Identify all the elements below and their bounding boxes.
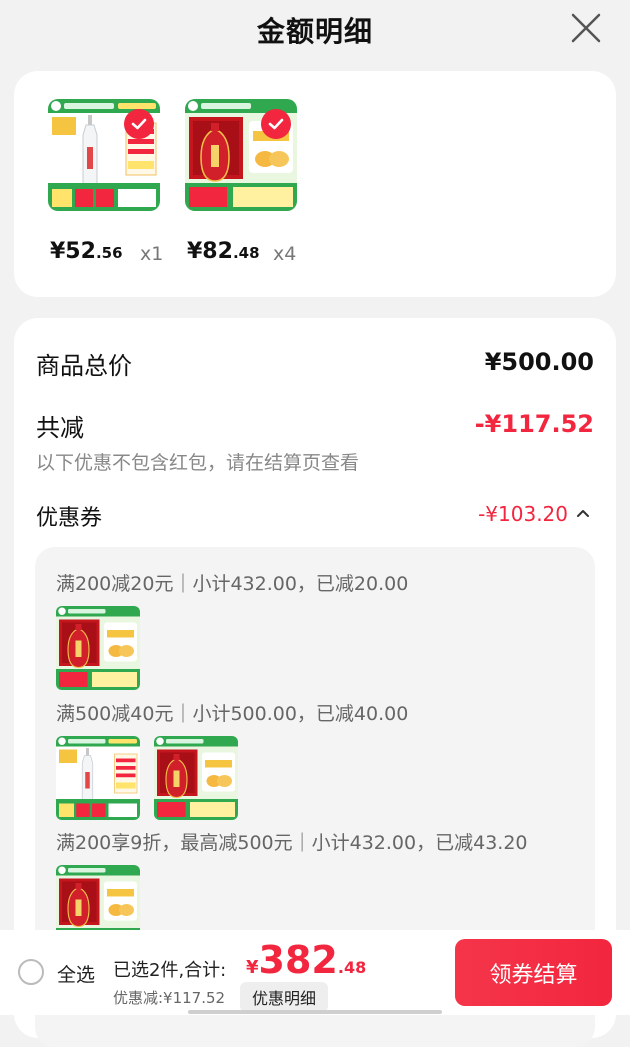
product-image: [56, 736, 140, 820]
goods-total-label: 商品总价: [36, 352, 132, 380]
select-all-label[interactable]: 全选: [57, 960, 95, 987]
checkout-button[interactable]: 领券结算: [455, 939, 612, 1006]
total-integer: 382: [258, 938, 338, 982]
selected-count-text: 已选2件,合计:: [113, 960, 227, 981]
select-all-radio[interactable]: [18, 959, 44, 985]
goods-total-value: ¥500.00: [484, 348, 594, 376]
coupon-rule: 满500减40元｜小计500.00，已减40.00: [56, 703, 409, 725]
product-thumbnail-red-gift-box[interactable]: [185, 99, 297, 211]
product-price: ¥82.48: [187, 239, 260, 264]
total-reduction-value: -¥117.52: [474, 410, 594, 438]
home-indicator: [188, 1010, 442, 1014]
currency-symbol: ¥: [246, 957, 259, 978]
discount-note: 以下优惠不包含红包，请在结算页查看: [36, 452, 360, 474]
total-reduction-label: 共减: [36, 414, 84, 442]
close-icon[interactable]: [570, 12, 602, 44]
coupon-product-thumbnail: [56, 606, 140, 690]
checkmark-icon: [261, 109, 291, 139]
page-title: 金额明细: [256, 15, 373, 48]
product-quantity: x4: [273, 243, 297, 265]
product-price: ¥52.56: [50, 239, 123, 264]
product-image: [154, 736, 238, 820]
checkout-bar: 全选 已选2件,合计: ¥382.48 优惠减:¥117.52 优惠明细 领券结…: [0, 930, 630, 1015]
price-decimal: .56: [95, 244, 123, 262]
selected-products-card: ¥52.56 x1 ¥82.48 x4: [14, 71, 616, 297]
price-integer: ¥82: [187, 239, 233, 264]
coupon-toggle[interactable]: -¥103.20: [478, 502, 592, 526]
discount-summary: 优惠减:¥117.52: [113, 989, 226, 1007]
chevron-up-icon: [577, 510, 589, 517]
product-image: [56, 606, 140, 690]
coupon-label: 优惠券: [36, 506, 103, 531]
coupon-product-thumbnail: [56, 736, 140, 820]
coupon-rule: 满200减20元｜小计432.00，已减20.00: [56, 573, 409, 595]
price-decimal: .48: [232, 244, 260, 262]
coupon-product-thumbnail: [154, 736, 238, 820]
total-decimal: .48: [337, 958, 367, 977]
discount-detail-button[interactable]: 优惠明细: [240, 982, 328, 1012]
product-quantity: x1: [140, 243, 164, 265]
header: 金额明细: [0, 0, 630, 60]
coupon-value: -¥103.20: [478, 502, 568, 526]
total-amount: ¥382.48: [246, 938, 366, 982]
price-integer: ¥52: [50, 239, 96, 264]
coupon-rule: 满200享9折，最高减500元｜小计432.00，已减43.20: [56, 832, 528, 854]
product-thumbnail-clear-bottle[interactable]: [48, 99, 160, 211]
checkmark-icon: [124, 109, 154, 139]
